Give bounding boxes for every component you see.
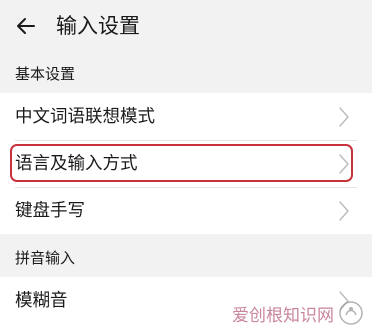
setting-row-language-input-method[interactable]: 语言及输入方式	[0, 140, 372, 187]
setting-label: 语言及输入方式	[15, 154, 138, 174]
app-header: 输入设置	[0, 0, 372, 52]
setting-label: 模糊音	[15, 291, 68, 311]
chevron-right-icon	[339, 201, 349, 221]
section-title-basic: 基本设置	[15, 65, 76, 83]
setting-row-keyboard-handwriting[interactable]: 键盘手写	[0, 187, 372, 234]
logo-icon	[339, 301, 363, 325]
chevron-right-icon	[339, 154, 349, 174]
arrow-left-icon[interactable]	[14, 14, 38, 38]
watermark: 爱创根知识网	[232, 300, 364, 326]
setting-label: 中文词语联想模式	[15, 107, 155, 127]
setting-row-chinese-association[interactable]: 中文词语联想模式	[0, 93, 372, 140]
basic-settings-card: 中文词语联想模式 语言及输入方式 键盘手写	[0, 93, 372, 234]
watermark-text: 爱创根知识网	[232, 305, 334, 326]
section-title-pinyin: 拼音输入	[15, 249, 76, 267]
page-title: 输入设置	[56, 14, 140, 38]
setting-label: 键盘手写	[15, 201, 85, 221]
chevron-right-icon	[339, 107, 349, 127]
